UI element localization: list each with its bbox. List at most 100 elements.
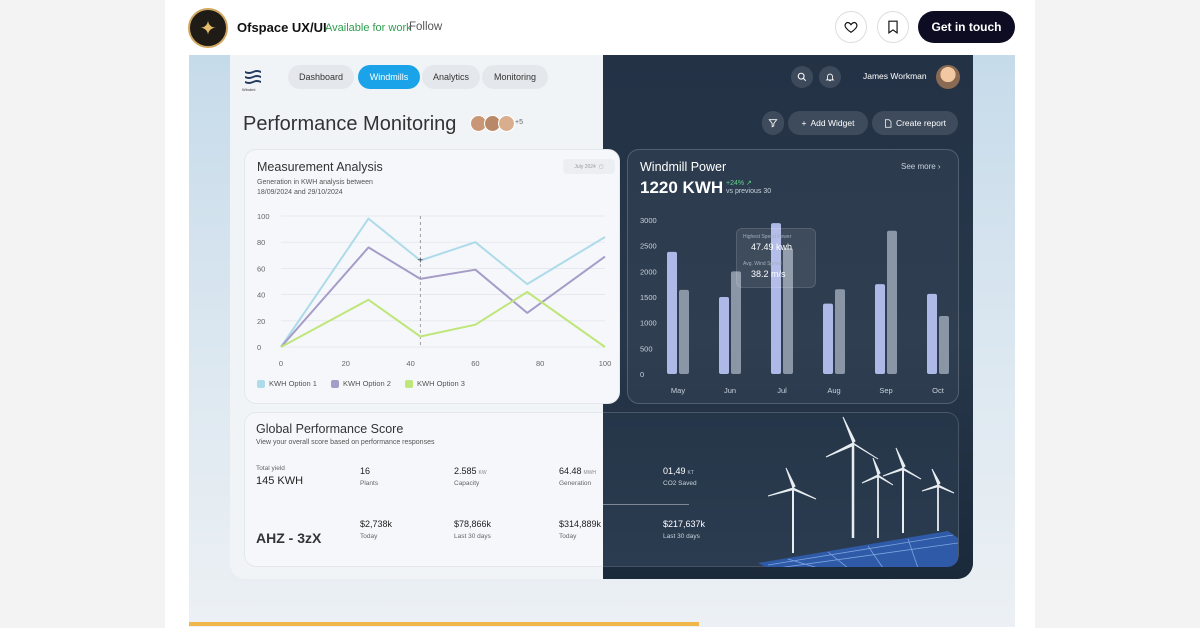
- designer-avatar[interactable]: ✦: [188, 8, 228, 48]
- series-line: [280, 291, 606, 348]
- tab-windmills[interactable]: Windmills: [358, 65, 420, 89]
- revenue-today-label: Today: [360, 533, 378, 540]
- x-tick-label: 20: [342, 359, 350, 368]
- document-icon: [884, 118, 892, 128]
- bar: [927, 293, 937, 374]
- bookmark-button[interactable]: [877, 11, 909, 43]
- stat-generation-label: Generation: [559, 480, 592, 487]
- y-tick-label: 40: [257, 291, 265, 300]
- tooltip-label-1: Highest Speed Power: [743, 234, 792, 240]
- measurement-line-chart: 0 20 40 60 80 100 0 20 40 60 80 100 +: [257, 212, 611, 368]
- stat-unit: KT: [687, 470, 694, 476]
- tab-monitoring[interactable]: Monitoring: [482, 65, 548, 89]
- revenue-30d-label: Last 30 days: [454, 533, 491, 540]
- legend-option-2[interactable]: KWH Option 2: [331, 379, 391, 388]
- notification-button[interactable]: [819, 66, 841, 88]
- windmill-power-card: Windmill Power 1220 KWH +24% ↗ vs previo…: [627, 149, 959, 404]
- add-widget-button[interactable]: + Add Widget: [788, 111, 868, 135]
- earnings-30d-value: $217,637k: [663, 519, 706, 529]
- legend-option-1[interactable]: KWH Option 1: [257, 379, 317, 388]
- global-performance-card: Global Performance Score View your overa…: [244, 412, 959, 567]
- heart-icon: [844, 21, 858, 33]
- bar: [939, 315, 949, 374]
- shot-header: ✦ Ofspace UX/UI Available for work Follo…: [165, 0, 1035, 55]
- global-performance-subtitle: View your overall score based on perform…: [256, 439, 435, 446]
- bell-icon: [825, 73, 835, 82]
- x-tick-label: 60: [471, 359, 479, 368]
- like-button[interactable]: [835, 11, 867, 43]
- revenue-30d-value: $78,866k: [454, 519, 492, 529]
- stat-unit: KW: [478, 470, 487, 476]
- user-name[interactable]: James Workman: [863, 71, 927, 81]
- x-tick-label: 0: [279, 359, 283, 368]
- stat-value: 01,49: [663, 466, 686, 476]
- search-icon: [797, 72, 807, 82]
- divider: [603, 504, 689, 505]
- revenue-today-value: $2,738k: [360, 519, 393, 529]
- windmill-solar-illustration: [758, 416, 958, 567]
- bar: [887, 230, 897, 374]
- tab-dashboard[interactable]: Dashboard: [288, 65, 354, 89]
- team-avatar: [498, 115, 515, 132]
- y-tick-label: 500: [640, 344, 653, 353]
- y-tick-label: 20: [257, 317, 265, 326]
- series-line: [280, 217, 606, 348]
- stat-plants-label: Plants: [360, 480, 379, 487]
- legend-swatch: [405, 379, 413, 388]
- plant-code: AHZ - 3zX: [256, 530, 322, 546]
- bar: [667, 251, 677, 374]
- filter-icon: [768, 119, 778, 128]
- bar: [719, 297, 729, 374]
- y-tick-label: 1000: [640, 319, 657, 328]
- shot-viewer: ✦ Ofspace UX/UI Available for work Follo…: [165, 0, 1035, 628]
- stat-value: 64.48: [559, 466, 582, 476]
- x-tick-label: Aug: [827, 386, 840, 395]
- designer-name[interactable]: Ofspace UX/UI: [237, 20, 327, 35]
- total-yield-label: Total yield: [256, 465, 285, 472]
- legend-label: KWH Option 3: [417, 379, 465, 388]
- legend-label: KWH Option 2: [343, 379, 391, 388]
- y-tick-label: 0: [257, 343, 261, 352]
- x-tick-label: Oct: [932, 386, 945, 395]
- legend-swatch: [257, 379, 265, 388]
- team-more-count[interactable]: +5: [515, 119, 523, 126]
- follow-button[interactable]: Follow: [409, 21, 442, 33]
- y-tick-label: 100: [257, 212, 270, 221]
- stat-unit: MWH: [583, 470, 597, 476]
- tooltip-value-2: 38.2 m/s: [751, 269, 786, 279]
- create-report-button[interactable]: Create report: [872, 111, 958, 135]
- user-avatar[interactable]: [936, 65, 960, 89]
- bar: [835, 289, 845, 374]
- y-tick-label: 3000: [640, 216, 657, 225]
- x-tick-label: Sep: [879, 386, 892, 395]
- x-tick-label: May: [671, 386, 685, 395]
- total-yield-value: 145 KWH: [256, 475, 304, 487]
- legend-option-3[interactable]: KWH Option 3: [405, 379, 465, 388]
- global-performance-dark: [603, 412, 959, 567]
- y-tick-label: 60: [257, 264, 265, 273]
- bookmark-icon: [888, 20, 898, 34]
- earnings-30d-label: Last 30 days: [663, 533, 700, 540]
- tooltip-value-1: 47.49 kwh: [751, 242, 793, 252]
- y-tick-label: 80: [257, 238, 265, 247]
- stat-generation-value: 64.48 MWH: [559, 466, 596, 476]
- global-performance-title: Global Performance Score: [256, 422, 404, 436]
- stat-co2-value: 01,49 KT: [663, 466, 694, 476]
- tab-analytics[interactable]: Analytics: [422, 65, 480, 89]
- y-tick-label: 2500: [640, 242, 657, 251]
- filter-button[interactable]: [762, 111, 784, 135]
- earnings-today-label: Today: [559, 533, 577, 540]
- earnings-today-value: $314,889k: [559, 519, 602, 529]
- y-tick-label: 0: [640, 370, 644, 379]
- stat-value: 16: [360, 466, 371, 476]
- bar-tooltip: Highest Speed Power 47.49 kwh Avg. Wind …: [736, 228, 816, 288]
- add-widget-label: Add Widget: [810, 118, 855, 128]
- availability-label[interactable]: Available for work: [325, 22, 412, 34]
- tooltip-label-2: Avg. Wind Speed: [743, 261, 782, 267]
- windmill-logo-icon: [245, 70, 261, 84]
- y-tick-label: 2000: [640, 267, 657, 276]
- get-in-touch-button[interactable]: Get in touch: [918, 11, 1015, 43]
- search-button[interactable]: [791, 66, 813, 88]
- page-title: Performance Monitoring: [243, 113, 457, 135]
- dashboard-mockup: Windmi Dashboard Windmills Analytics Mon…: [230, 55, 973, 579]
